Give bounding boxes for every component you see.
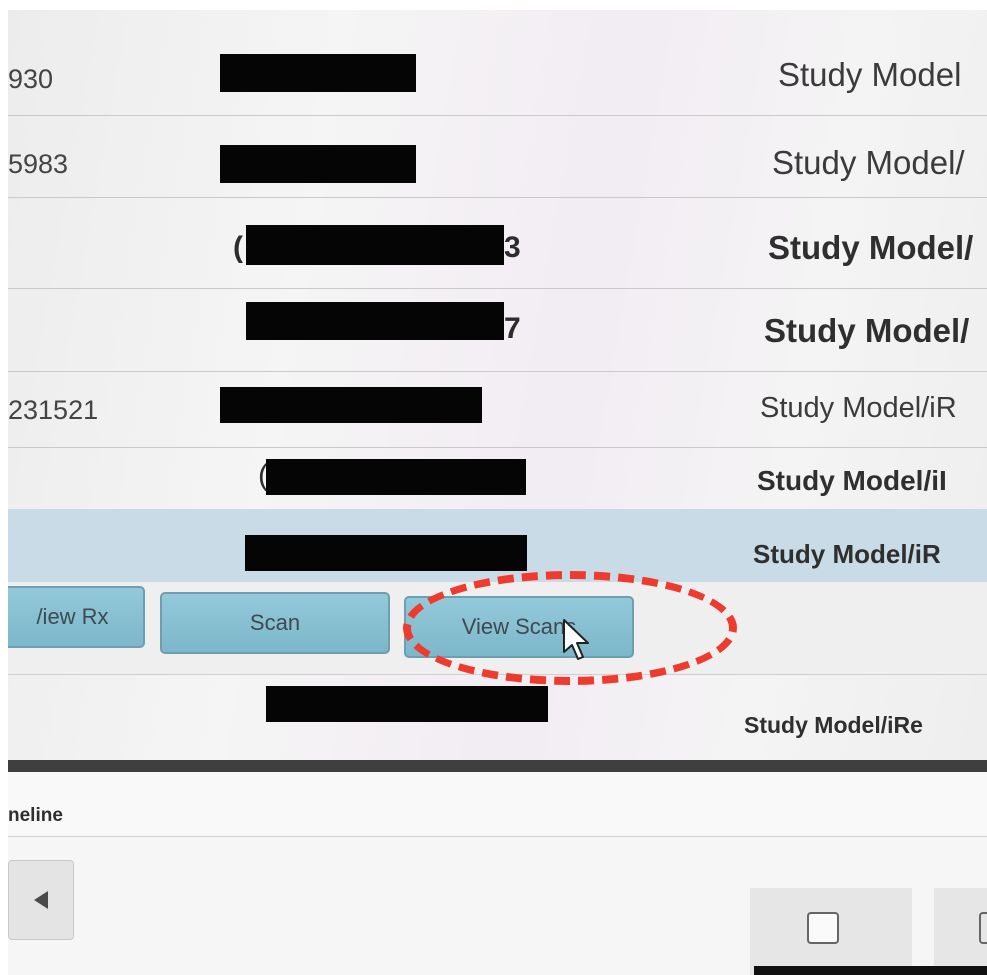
- table-row-selected[interactable]: Study Model/iR: [8, 509, 987, 583]
- timeline-thumbnail-slot[interactable]: [934, 888, 987, 975]
- case-type-cell: Study Model/iR: [753, 539, 941, 569]
- table-row[interactable]: 7 Study Model/: [8, 288, 987, 372]
- triangle-left-icon: [34, 891, 48, 909]
- table-row[interactable]: Study Model/iRe: [8, 674, 987, 760]
- case-type-cell: Study Model/: [772, 144, 965, 181]
- case-type-cell: Study Model/: [764, 312, 970, 349]
- timeline-header: neline: [8, 772, 987, 837]
- redacted-patient-name: [266, 459, 526, 495]
- case-id-cell: 930: [8, 64, 54, 94]
- view-rx-button[interactable]: /iew Rx: [0, 586, 145, 648]
- row-action-bar: /iew Rx Scan View Scans: [0, 582, 987, 675]
- redacted-patient-name: [266, 686, 548, 722]
- table-row[interactable]: 930 Study Model: [8, 10, 987, 116]
- case-type-cell: Study Model: [778, 56, 962, 93]
- timeline-title: neline: [8, 805, 63, 826]
- case-type-cell: Study Model/iI: [757, 465, 947, 496]
- redacted-patient-name: [246, 225, 504, 265]
- timeline-panel: neline: [8, 772, 987, 975]
- table-row[interactable]: ( 3 Study Model/: [8, 197, 987, 289]
- thumbnail-checkbox[interactable]: [979, 912, 987, 944]
- redacted-patient-name: [245, 535, 527, 571]
- timeline-thumbnail-slot[interactable]: [750, 888, 912, 975]
- redacted-patient-name: [220, 54, 416, 92]
- photo-frame-left: [0, 0, 8, 975]
- case-type-cell: Study Model/: [768, 229, 974, 266]
- partial-name-text: (: [233, 231, 243, 264]
- view-scans-button[interactable]: View Scans: [404, 596, 634, 658]
- panel-separator[interactable]: [8, 760, 987, 772]
- timeline-prev-button[interactable]: [8, 860, 74, 940]
- case-type-cell: Study Model/iRe: [744, 712, 923, 738]
- bottom-edge-bar: [754, 966, 987, 975]
- case-id-cell: 231521: [8, 395, 99, 425]
- partial-name-text: 3: [504, 231, 521, 264]
- screen: 930 Study Model 5983 Study Model/ ( 3 St…: [0, 0, 987, 975]
- case-type-cell: Study Model/iR: [760, 392, 957, 424]
- table-row[interactable]: 5983 Study Model/: [8, 115, 987, 198]
- table-row[interactable]: ( Study Model/iI: [8, 447, 987, 510]
- thumbnail-checkbox[interactable]: [807, 912, 839, 944]
- redacted-patient-name: [220, 145, 416, 183]
- mouse-pointer-icon: [563, 619, 589, 660]
- photo-frame-top: [0, 0, 987, 10]
- partial-name-text: 7: [504, 312, 521, 345]
- scan-button[interactable]: Scan: [160, 592, 390, 654]
- redacted-patient-name: [246, 302, 504, 340]
- table-row[interactable]: 231521 Study Model/iR: [8, 371, 987, 448]
- case-id-cell: 5983: [8, 149, 69, 179]
- redacted-patient-name: [220, 387, 482, 423]
